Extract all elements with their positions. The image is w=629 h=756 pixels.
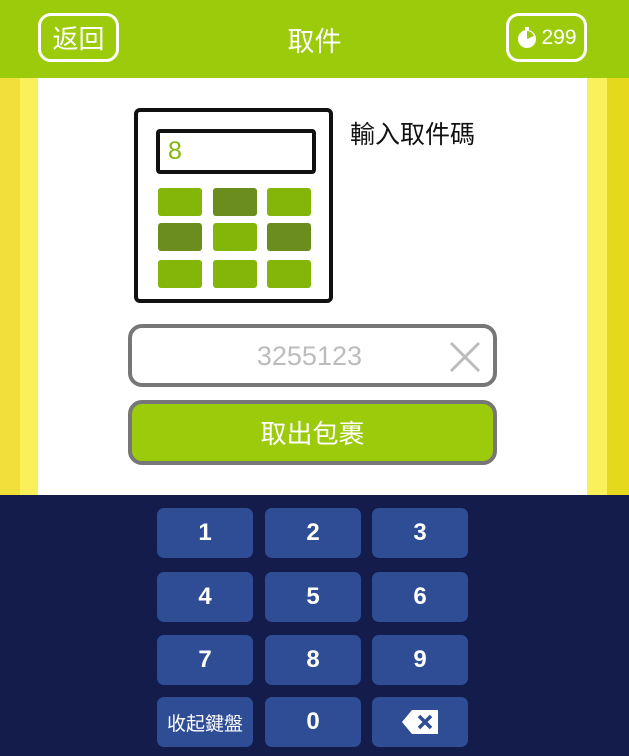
calculator-key [267,188,311,216]
numeric-keypad: 1 2 3 4 5 6 7 8 9 收起鍵盤 0 [0,495,629,756]
close-icon[interactable] [448,340,482,374]
calculator-key [267,223,311,251]
calculator-key [158,188,202,216]
calculator-illustration: 8 [134,108,333,303]
timer-coin-icon [518,26,537,48]
key-7[interactable]: 7 [157,635,253,685]
calculator-key [267,260,311,288]
pickup-code-value: 3255123 [256,341,362,371]
calculator-key [213,223,257,251]
calculator-key [158,260,202,288]
right-border [587,78,629,495]
key-2[interactable]: 2 [265,508,361,558]
key-1[interactable]: 1 [157,508,253,558]
calculator-key [158,223,202,251]
top-bar: 返回 取件 299 [0,0,629,78]
key-3[interactable]: 3 [372,508,468,558]
backspace-icon [402,710,438,734]
coin-count: 299 [541,25,577,49]
calculator-key [213,260,257,288]
collapse-keyboard-button[interactable]: 收起鍵盤 [157,697,253,747]
take-package-button[interactable]: 取出包裹 [128,400,497,465]
main-panel: 8 輸入取件碼 3255123 取出包裹 [0,78,629,495]
left-border [0,78,38,495]
key-9[interactable]: 9 [372,635,468,685]
key-5[interactable]: 5 [265,572,361,622]
key-6[interactable]: 6 [372,572,468,622]
coin-badge[interactable]: 299 [506,13,587,62]
prompt-text: 輸入取件碼 [350,120,476,149]
key-8[interactable]: 8 [265,635,361,685]
backspace-button[interactable] [372,697,468,747]
key-4[interactable]: 4 [157,572,253,622]
calculator-key [213,188,257,216]
key-0[interactable]: 0 [265,697,361,747]
pickup-code-input[interactable]: 3255123 [128,324,497,387]
calculator-display: 8 [156,129,316,174]
